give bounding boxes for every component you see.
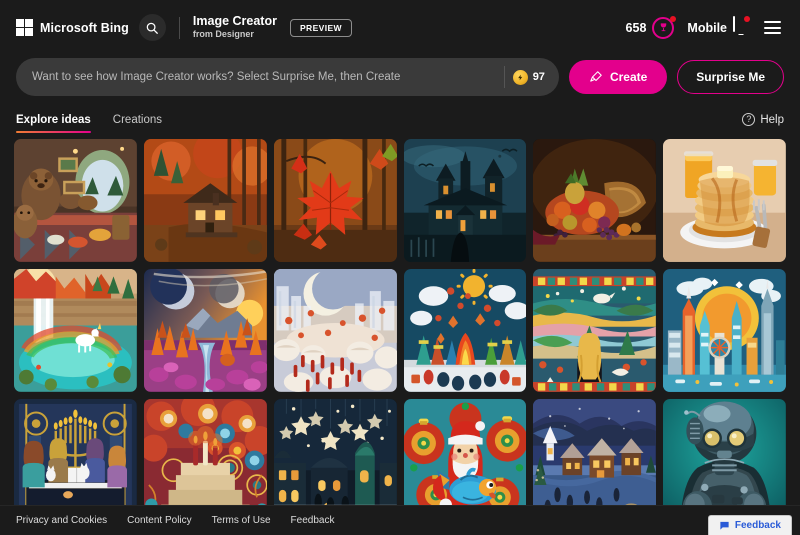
gallery-tile[interactable] (14, 398, 137, 522)
gallery-tile[interactable] (14, 268, 137, 392)
gallery-tile[interactable] (663, 268, 786, 392)
feedback-widget-button[interactable]: Feedback (707, 515, 792, 535)
feedback-widget-label: Feedback (734, 520, 781, 531)
app-subtitle: from Designer (192, 29, 254, 40)
magic-brush-icon (590, 71, 602, 82)
gallery-tile[interactable] (273, 268, 397, 392)
prompt-bar: 97 Create Surprise Me (0, 55, 800, 99)
rewards-count: 658 (625, 20, 647, 35)
help-label: Help (760, 113, 784, 126)
gallery-tile[interactable] (143, 398, 267, 522)
gallery-tile[interactable] (533, 268, 657, 392)
gallery-tile[interactable] (403, 268, 527, 392)
footer-link-feedback[interactable]: Feedback (291, 515, 335, 526)
bolt-glyph (517, 74, 522, 80)
question-mark-icon: ? (742, 113, 756, 126)
rewards-notification-dot (670, 15, 677, 22)
tab-creations[interactable]: Creations (113, 114, 162, 133)
gallery-tile[interactable] (273, 139, 397, 262)
header-divider (178, 16, 180, 39)
gallery-tile[interactable] (533, 398, 657, 522)
search-icon-button[interactable] (138, 14, 166, 41)
gallery-tile[interactable] (14, 139, 137, 262)
boost-counter[interactable]: 97 (512, 69, 555, 85)
rewards-trophy-icon (652, 15, 677, 39)
gallery-tile[interactable] (273, 398, 397, 522)
surprise-me-button[interactable]: Surprise Me (677, 60, 784, 94)
top-header: Microsoft Bing Image Creator from Design… (0, 0, 800, 55)
brand-label: Microsoft Bing (40, 20, 129, 35)
help-button[interactable]: ? Help (742, 113, 784, 133)
gallery-tile[interactable] (403, 139, 527, 262)
app-title: Image Creator (192, 14, 277, 29)
search-icon (147, 22, 159, 34)
prompt-input[interactable] (32, 71, 500, 83)
footer-link-terms[interactable]: Terms of Use (212, 515, 271, 526)
mobile-phone-icon (733, 16, 750, 38)
footer: Privacy and Cookies Content Policy Terms… (0, 505, 800, 535)
create-button[interactable]: Create (568, 60, 668, 94)
mobile-label: Mobile (687, 20, 727, 35)
tab-bar: Explore ideas Creations ? Help (0, 99, 800, 133)
gallery-tile[interactable] (143, 139, 267, 262)
gallery-tile[interactable] (533, 139, 657, 262)
prompt-field[interactable]: 97 (16, 58, 559, 96)
gallery-tile[interactable] (403, 398, 527, 522)
lightning-bolt-icon (512, 69, 528, 85)
boost-divider (503, 66, 505, 88)
app-title-block[interactable]: Image Creator from Designer (193, 15, 277, 40)
hamburger-menu-icon[interactable] (761, 18, 784, 37)
trophy-glyph (660, 23, 667, 32)
speech-bubble-icon (720, 521, 729, 530)
footer-link-content-policy[interactable]: Content Policy (127, 515, 191, 526)
create-label: Create (609, 70, 648, 84)
header-right-cluster: 658 Mobile (625, 15, 784, 39)
microsoft-logo-icon (16, 19, 33, 36)
footer-link-privacy[interactable]: Privacy and Cookies (16, 515, 107, 526)
preview-badge[interactable]: PREVIEW (289, 18, 352, 37)
explore-ideas-grid (0, 133, 800, 522)
mobile-button[interactable]: Mobile (687, 16, 750, 38)
tab-explore-ideas[interactable]: Explore ideas (16, 114, 91, 133)
gallery-tile[interactable] (663, 398, 786, 522)
gallery-tile[interactable] (663, 139, 786, 262)
bing-brand[interactable]: Microsoft Bing (16, 19, 129, 36)
rewards-button[interactable]: 658 (625, 15, 677, 39)
mobile-notification-dot (744, 16, 750, 22)
boost-count: 97 (532, 71, 545, 83)
gallery-tile[interactable] (143, 268, 267, 392)
